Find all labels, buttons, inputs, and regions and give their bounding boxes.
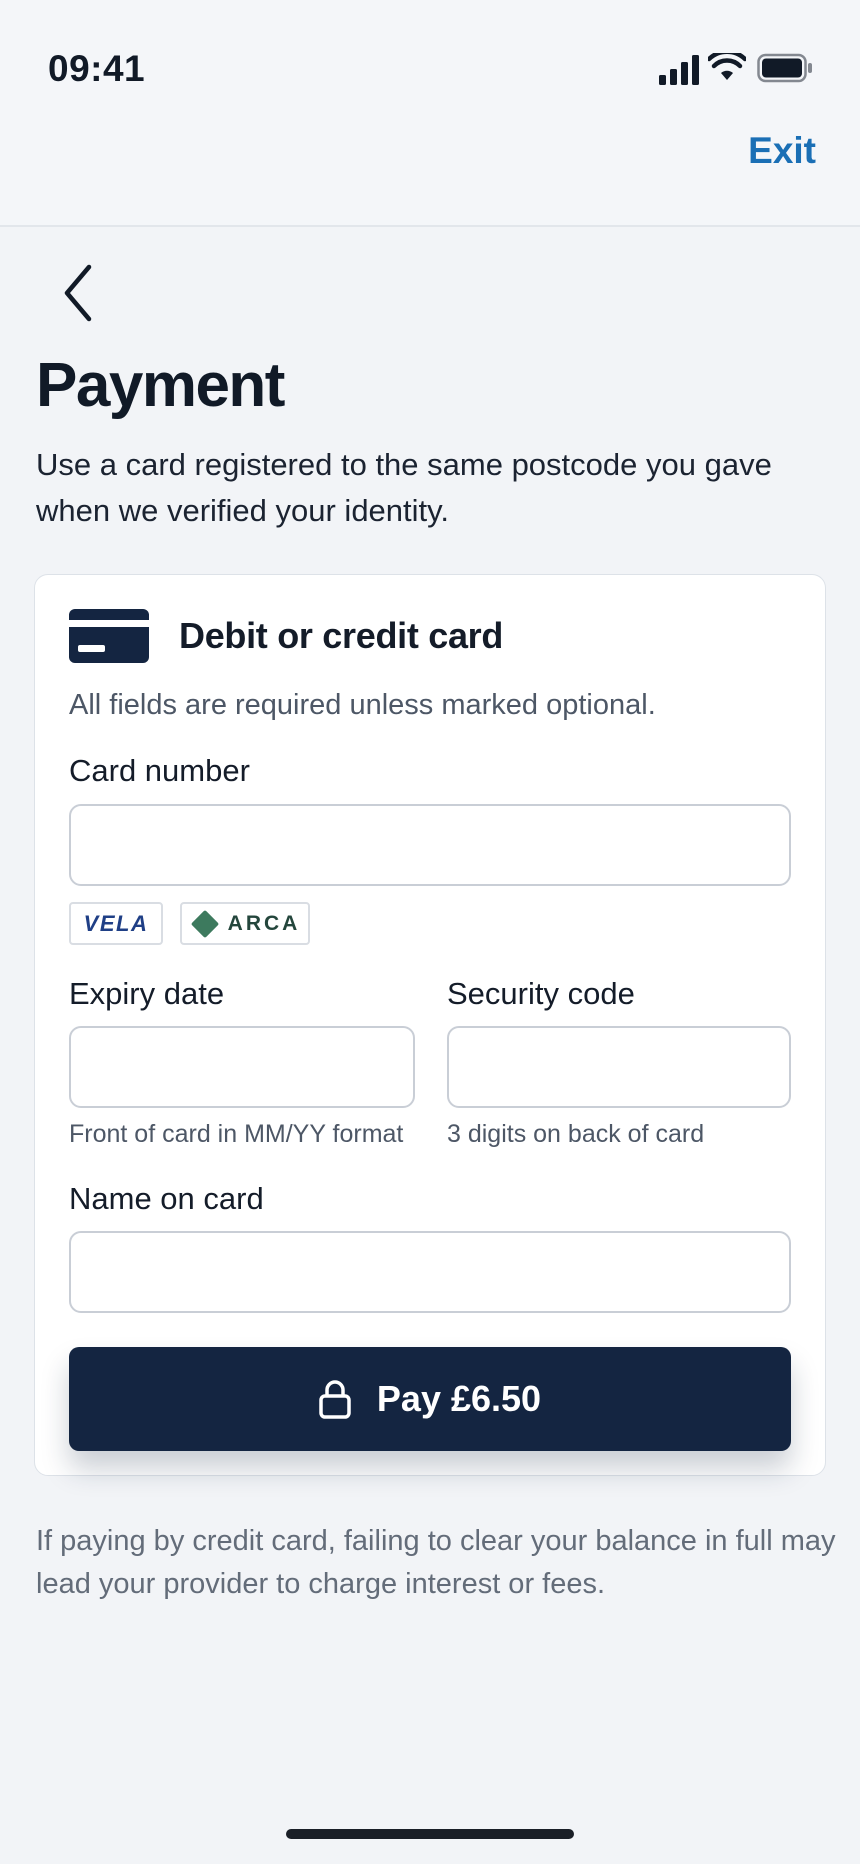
expiry-date-hint: Front of card in MM/YY format — [69, 1120, 404, 1148]
card-payment-panel: Debit or credit card All fields are requ… — [34, 574, 826, 1476]
lock-icon — [319, 1380, 351, 1419]
security-code-hint: 3 digits on back of card — [447, 1120, 705, 1148]
card-number-input[interactable] — [69, 804, 791, 886]
arca-diamond-icon — [191, 910, 218, 937]
credit-card-warning: If paying by credit card, failing to cle… — [36, 1525, 836, 1600]
vela-brand-name: VELA — [83, 910, 149, 936]
page-intro: Use a card registered to the same postco… — [36, 447, 772, 528]
app-header: 09:41 Exit — [0, 0, 860, 227]
vela-card-logo: VELA — [69, 902, 163, 945]
pay-button[interactable]: Pay £6.50 — [69, 1347, 791, 1451]
back-chevron-icon[interactable] — [56, 258, 106, 328]
security-code-label: Security code — [447, 976, 635, 1011]
card-number-label: Card number — [69, 753, 250, 788]
expiry-date-input[interactable] — [69, 1026, 415, 1108]
card-form-heading: Debit or credit card — [179, 615, 504, 656]
cellular-signal-icon — [659, 55, 699, 85]
page-title: Payment — [36, 351, 285, 420]
security-code-input[interactable] — [447, 1026, 791, 1108]
status-bar: 09:41 — [0, 0, 860, 110]
battery-icon — [757, 53, 812, 83]
status-time: 09:41 — [48, 48, 146, 89]
exit-button[interactable]: Exit — [748, 130, 816, 172]
credit-card-icon — [69, 609, 149, 663]
arca-brand-name: ARCA — [227, 911, 301, 935]
arca-card-logo: ARCA — [180, 902, 310, 945]
pay-button-label: Pay £6.50 — [376, 1378, 542, 1419]
expiry-date-label: Expiry date — [69, 976, 225, 1011]
home-indicator — [286, 1829, 574, 1839]
required-fields-note: All fields are required unless marked op… — [69, 689, 656, 721]
name-on-card-input[interactable] — [69, 1231, 791, 1313]
wifi-icon — [708, 53, 746, 80]
name-on-card-label: Name on card — [69, 1181, 264, 1216]
